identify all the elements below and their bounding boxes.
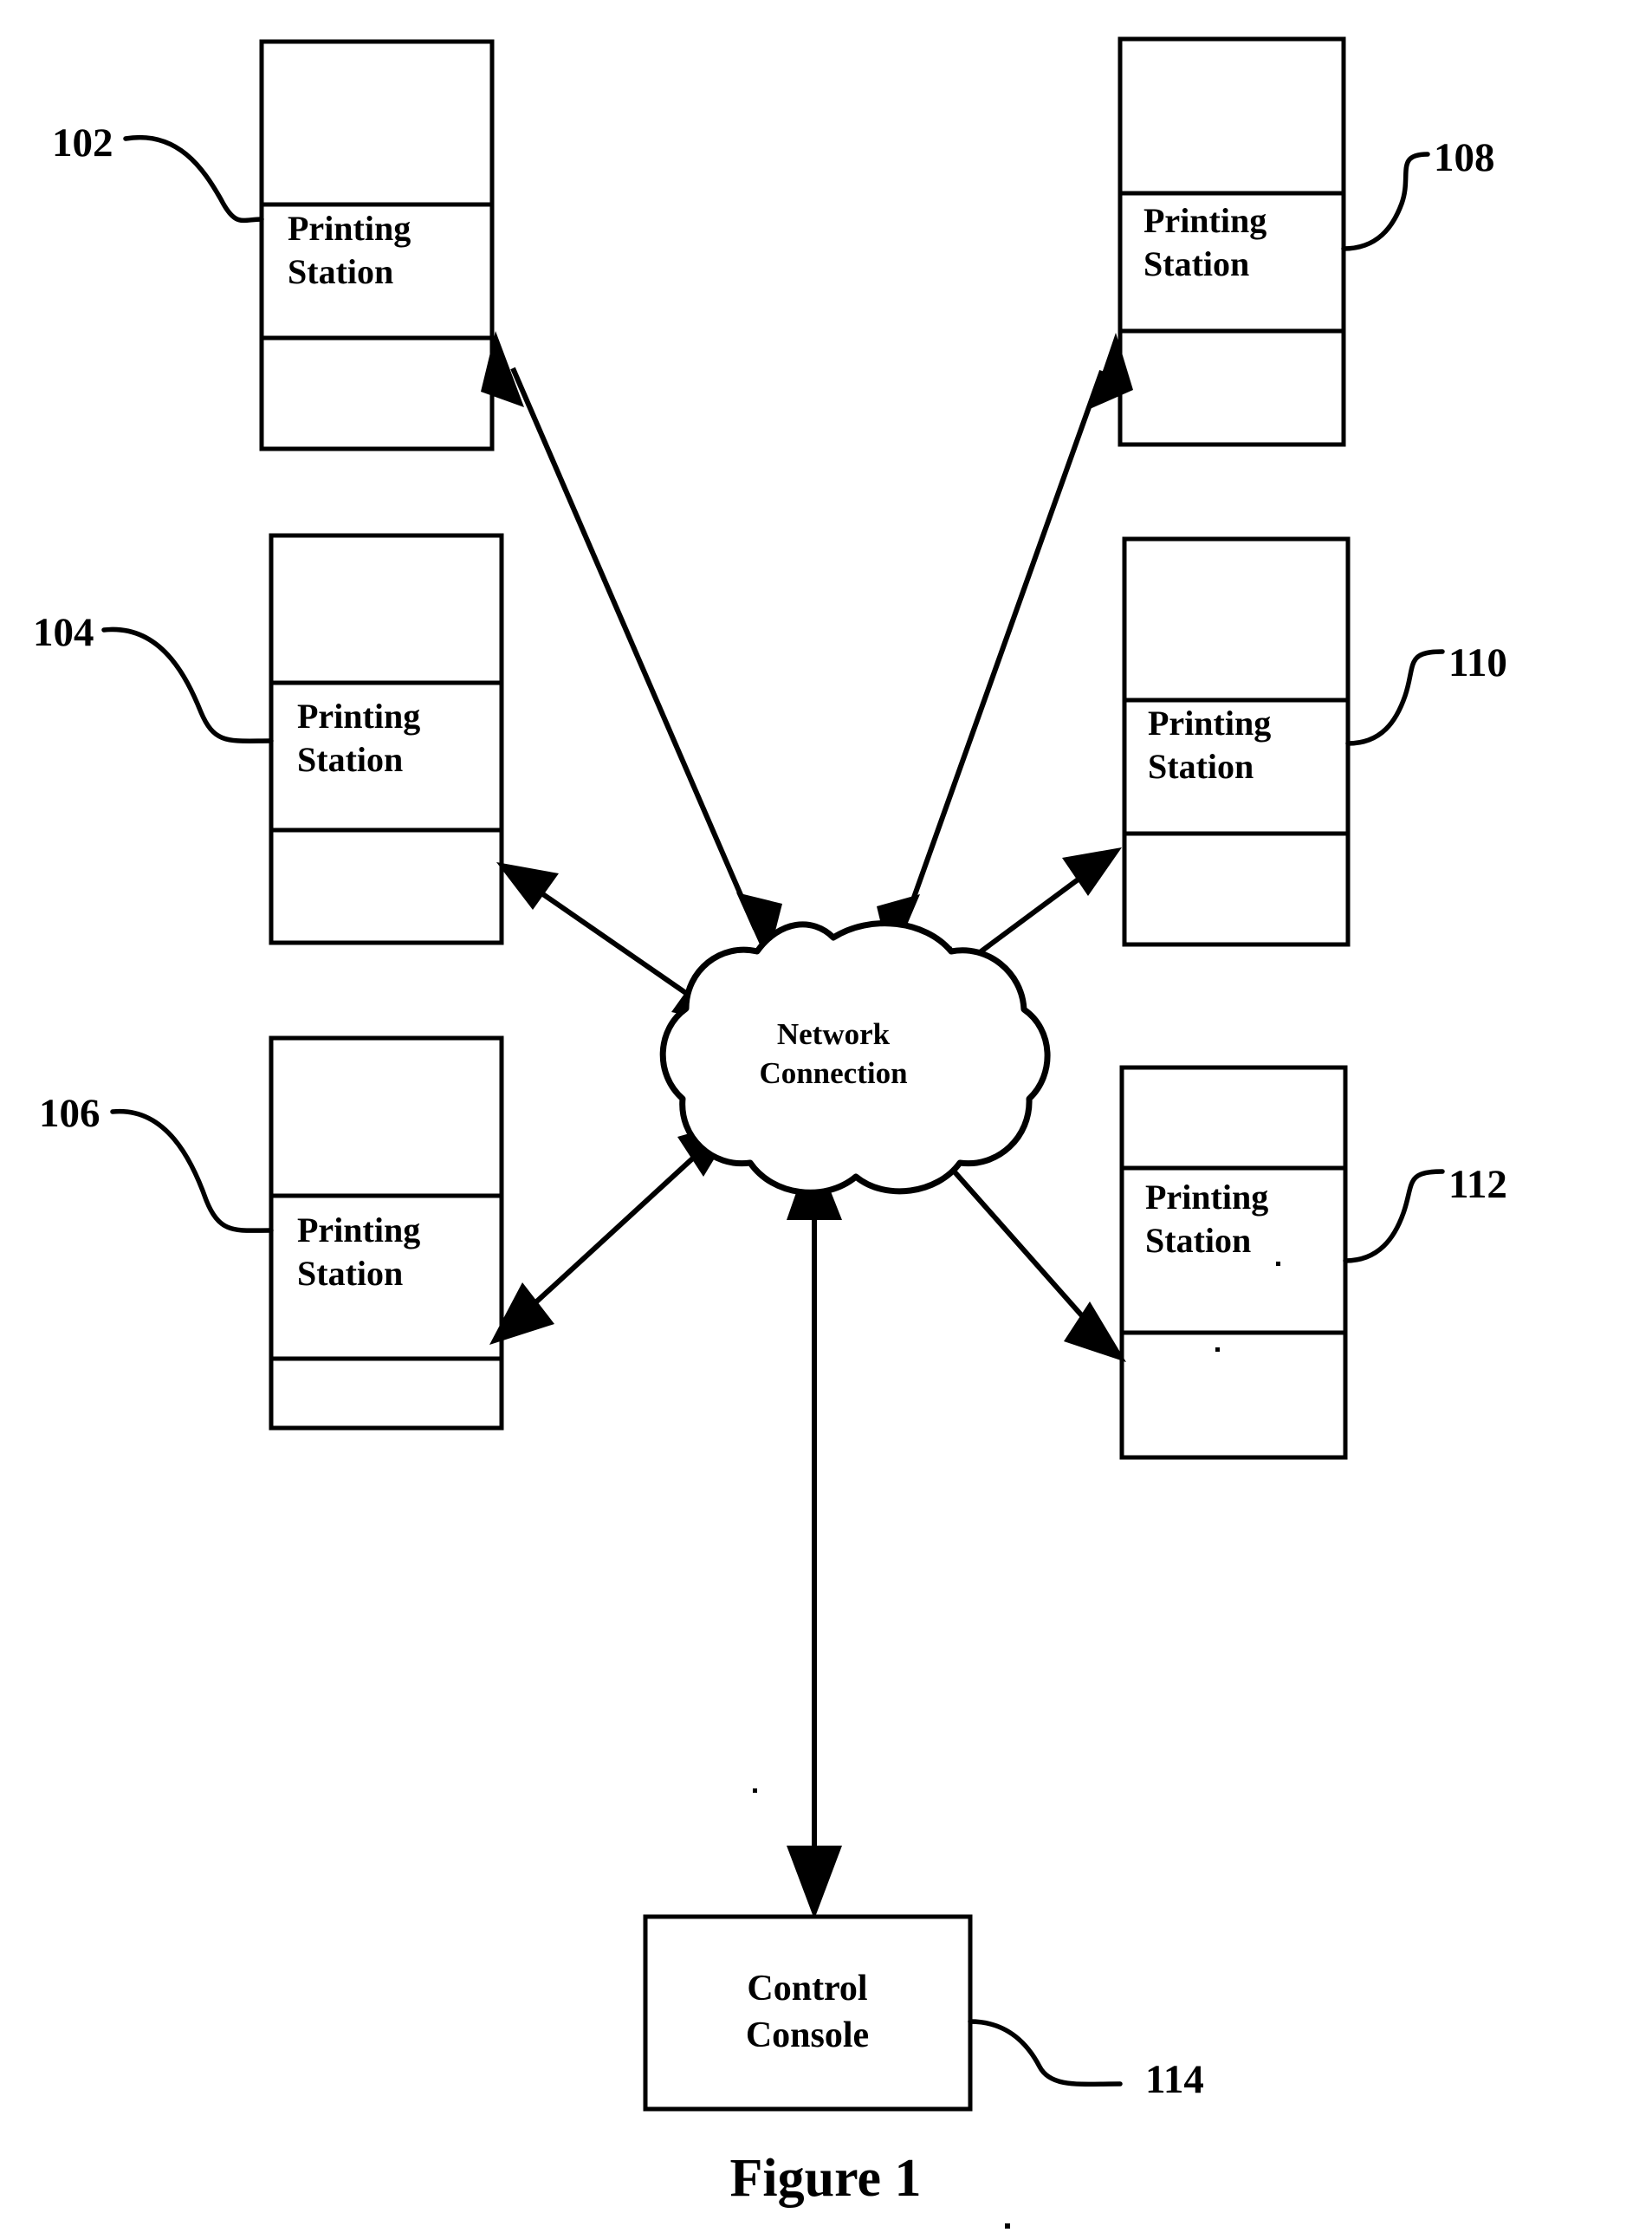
station-label-110-line2: Station bbox=[1148, 747, 1254, 786]
connection-line-112 bbox=[935, 1151, 1101, 1336]
connection-line-106 bbox=[517, 1141, 711, 1320]
patent-figure-page: Printing Station 102 Printing Station 10… bbox=[0, 0, 1652, 2239]
printing-station-112: Printing Station bbox=[1119, 1065, 1348, 1460]
connection-line-102 bbox=[510, 367, 758, 931]
scan-speck-right bbox=[1276, 1262, 1280, 1266]
station-label-106-line2: Station bbox=[297, 1254, 403, 1293]
connection-106-to-cloud bbox=[489, 1120, 738, 1345]
station-label-108-line1: Printing bbox=[1143, 201, 1267, 240]
station-box-108 bbox=[1118, 36, 1346, 447]
leader-line-112 bbox=[1343, 1169, 1445, 1263]
control-console-114: Control Console bbox=[643, 1914, 973, 2112]
connection-line-104 bbox=[525, 880, 705, 1008]
station-box-112 bbox=[1119, 1065, 1348, 1460]
network-connection-cloud: Network Connection bbox=[659, 920, 1051, 1196]
leader-line-104 bbox=[101, 626, 274, 743]
station-label-110-line1: Printing bbox=[1148, 704, 1271, 743]
cloud-label-line2: Connection bbox=[759, 1056, 907, 1090]
console-label-line2: Console bbox=[746, 2015, 869, 2055]
arrowhead-toward-110 bbox=[1062, 847, 1122, 896]
connection-102-to-cloud bbox=[481, 331, 782, 962]
leader-line-110 bbox=[1345, 649, 1445, 746]
scan-speck-mid bbox=[753, 1788, 757, 1793]
scan-speck-lower-right bbox=[1215, 1347, 1220, 1352]
ref-numeral-108: 108 bbox=[1434, 135, 1495, 180]
figure-caption: Figure 1 bbox=[730, 2149, 922, 2208]
cloud-label-line1: Network bbox=[777, 1017, 891, 1051]
printing-station-102: Printing Station bbox=[259, 39, 495, 451]
station-label-112-line2: Station bbox=[1145, 1221, 1251, 1260]
printing-station-110: Printing Station bbox=[1122, 536, 1351, 947]
ref-numeral-104: 104 bbox=[33, 610, 94, 655]
ref-numeral-102: 102 bbox=[52, 120, 113, 165]
connection-114-to-cloud bbox=[787, 1145, 842, 1919]
leader-line-102 bbox=[123, 134, 264, 224]
station-label-102-line1: Printing bbox=[288, 209, 411, 248]
leader-line-108 bbox=[1341, 152, 1430, 251]
figure-1-network-diagram: Printing Station 102 Printing Station 10… bbox=[33, 36, 1507, 2229]
printing-station-104: Printing Station bbox=[269, 533, 504, 945]
station-box-104 bbox=[269, 533, 504, 945]
printing-station-108: Printing Station bbox=[1118, 36, 1346, 447]
ref-numeral-110: 110 bbox=[1448, 640, 1507, 685]
ref-numeral-112: 112 bbox=[1448, 1162, 1507, 1207]
ref-numeral-114: 114 bbox=[1145, 2057, 1204, 2102]
control-console-box bbox=[643, 1914, 973, 2112]
arrowhead-toward-console bbox=[787, 1846, 842, 1919]
station-label-104-line2: Station bbox=[297, 740, 403, 779]
console-label-line1: Control bbox=[747, 1969, 867, 2009]
station-label-102-line2: Station bbox=[288, 252, 393, 291]
printing-station-106: Printing Station bbox=[269, 1035, 504, 1431]
leader-line-114 bbox=[968, 2019, 1123, 2087]
arrowhead-toward-112 bbox=[1064, 1301, 1126, 1362]
leader-line-106 bbox=[110, 1108, 274, 1233]
connection-line-108 bbox=[900, 369, 1105, 931]
scan-speck-bottom bbox=[1005, 2223, 1010, 2229]
station-label-112-line1: Printing bbox=[1145, 1178, 1268, 1217]
station-label-104-line1: Printing bbox=[297, 697, 420, 736]
ref-numeral-106: 106 bbox=[39, 1091, 100, 1136]
station-label-108-line2: Station bbox=[1143, 244, 1249, 283]
arrowhead-toward-104 bbox=[496, 862, 559, 910]
station-label-106-line1: Printing bbox=[297, 1210, 420, 1249]
